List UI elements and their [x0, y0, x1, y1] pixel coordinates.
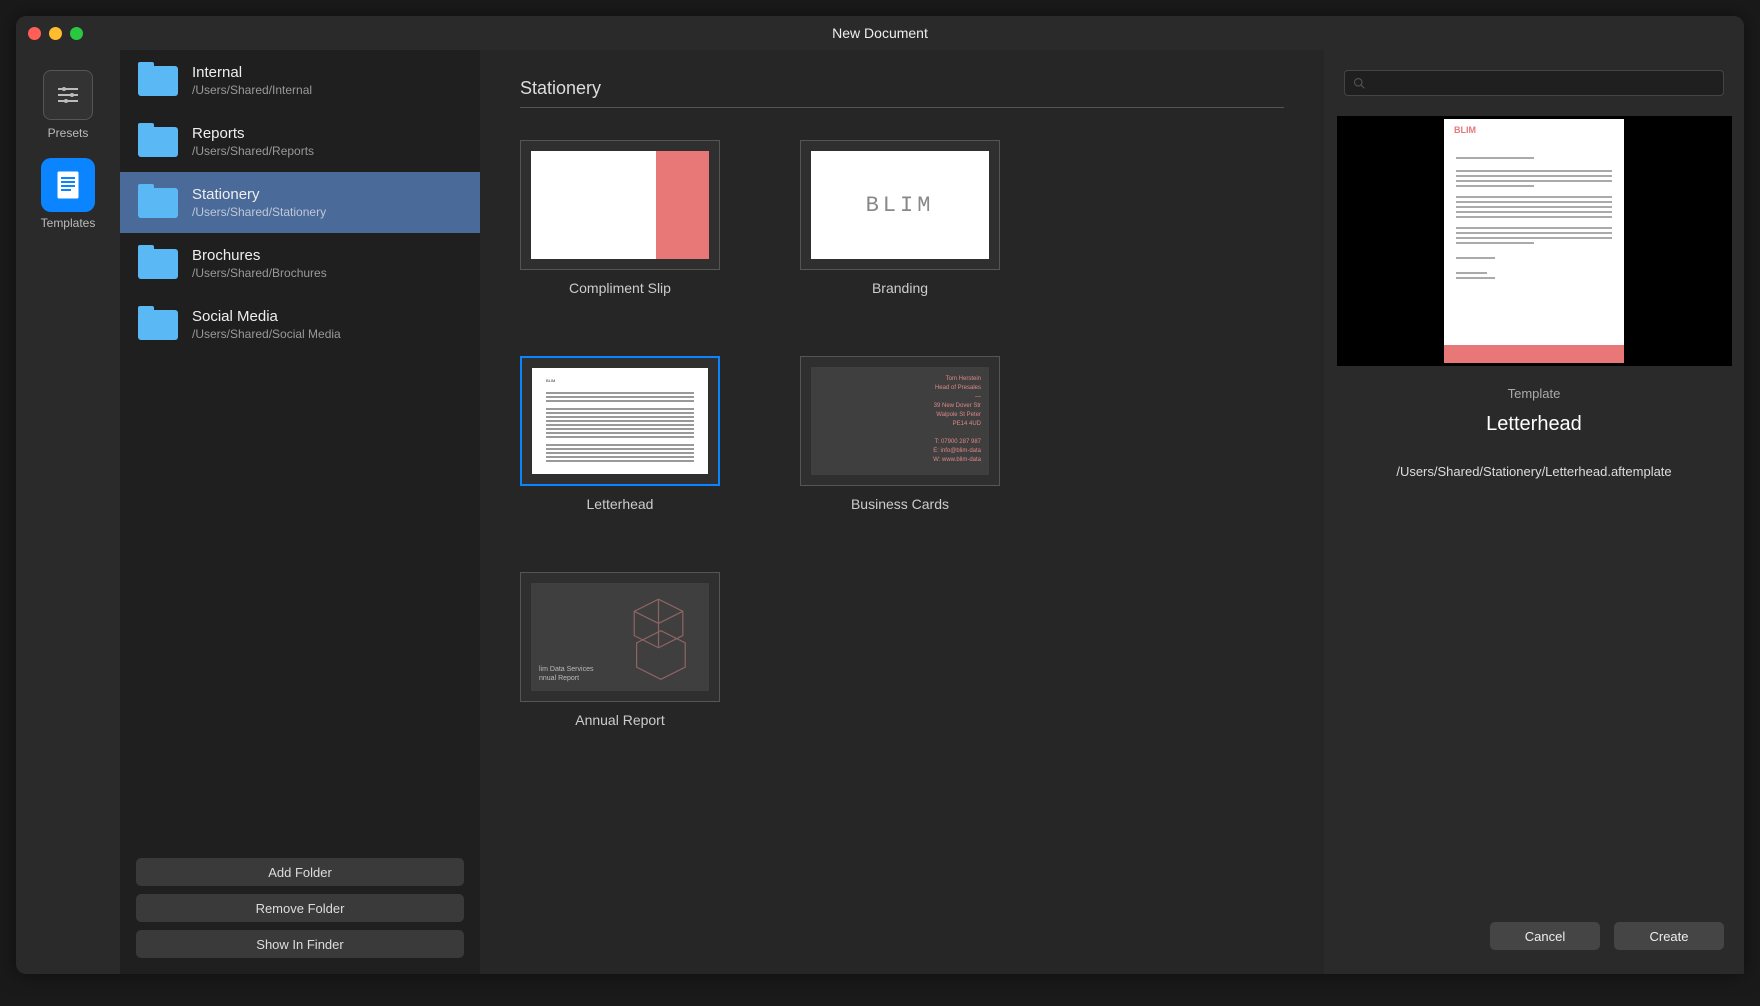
folder-item-internal[interactable]: Internal /Users/Shared/Internal [120, 50, 480, 111]
content: Presets Templates Internal [16, 50, 1744, 974]
folder-icon [138, 66, 178, 96]
create-button[interactable]: Create [1614, 922, 1724, 950]
template-thumbnail: Tom HersteinHead of Presales—39 New Dove… [800, 356, 1000, 486]
preview-brand: BLIM [1454, 125, 1476, 145]
folder-text: Social Media /Users/Shared/Social Media [192, 308, 341, 341]
folder-icon [138, 127, 178, 157]
preview-path: /Users/Shared/Stationery/Letterhead.afte… [1396, 464, 1671, 479]
folder-path: /Users/Shared/Social Media [192, 327, 341, 341]
template-grid: Compliment Slip BLIM Branding BLIM Lette… [520, 140, 1284, 728]
sliders-icon [43, 70, 93, 120]
folder-text: Stationery /Users/Shared/Stationery [192, 186, 326, 219]
folder-item-brochures[interactable]: Brochures /Users/Shared/Brochures [120, 233, 480, 294]
bottom-buttons: Cancel Create [1344, 922, 1724, 954]
folder-name: Internal [192, 64, 312, 81]
template-label: Compliment Slip [569, 280, 671, 296]
nav-templates[interactable]: Templates [41, 160, 96, 230]
template-grid-panel: Stationery Compliment Slip BLIM Branding… [480, 50, 1324, 974]
folder-icon [138, 310, 178, 340]
preview-name: Letterhead [1396, 413, 1671, 436]
window-title: New Document [832, 25, 928, 41]
folder-panel: Internal /Users/Shared/Internal Reports … [120, 50, 480, 974]
folder-item-stationery[interactable]: Stationery /Users/Shared/Stationery [120, 172, 480, 233]
folder-path: /Users/Shared/Internal [192, 83, 312, 97]
add-folder-button[interactable]: Add Folder [136, 858, 464, 886]
preview-panel: BLIM [1324, 50, 1744, 974]
titlebar: New Document [16, 16, 1744, 50]
traffic-lights [28, 27, 83, 40]
template-label: Business Cards [851, 496, 949, 512]
category-title: Stationery [520, 78, 1284, 108]
nav-presets-label: Presets [48, 126, 89, 140]
folder-path: /Users/Shared/Reports [192, 144, 314, 158]
folder-text: Internal /Users/Shared/Internal [192, 64, 312, 97]
template-tile-compliment-slip[interactable]: Compliment Slip [520, 140, 720, 296]
close-icon[interactable] [28, 27, 41, 40]
template-tile-branding[interactable]: BLIM Branding [800, 140, 1000, 296]
folder-path: /Users/Shared/Brochures [192, 266, 327, 280]
cancel-button[interactable]: Cancel [1490, 922, 1600, 950]
folder-name: Reports [192, 125, 314, 142]
folder-icon [138, 249, 178, 279]
template-label: Annual Report [575, 712, 665, 728]
minimize-icon[interactable] [49, 27, 62, 40]
template-label: Branding [872, 280, 928, 296]
remove-folder-button[interactable]: Remove Folder [136, 894, 464, 922]
template-label: Letterhead [587, 496, 654, 512]
left-nav: Presets Templates [16, 50, 120, 974]
document-icon [43, 160, 93, 210]
nav-presets[interactable]: Presets [43, 70, 93, 140]
preview-label: Template [1396, 386, 1671, 401]
template-tile-letterhead[interactable]: BLIM Letterhead [520, 356, 720, 512]
folder-text: Brochures /Users/Shared/Brochures [192, 247, 327, 280]
template-thumbnail: BLIM [520, 356, 720, 486]
zoom-icon[interactable] [70, 27, 83, 40]
folder-name: Stationery [192, 186, 326, 203]
folder-text: Reports /Users/Shared/Reports [192, 125, 314, 158]
folder-buttons: Add Folder Remove Folder Show In Finder [120, 842, 480, 974]
template-tile-annual-report[interactable]: lim Data Servicesnnual Report Annual Rep… [520, 572, 720, 728]
search-icon [1353, 77, 1365, 89]
template-thumbnail: lim Data Servicesnnual Report [520, 572, 720, 702]
template-thumbnail: BLIM [800, 140, 1000, 270]
folder-name: Social Media [192, 308, 341, 325]
folder-list: Internal /Users/Shared/Internal Reports … [120, 50, 480, 842]
folder-item-social-media[interactable]: Social Media /Users/Shared/Social Media [120, 294, 480, 355]
template-tile-business-cards[interactable]: Tom HersteinHead of Presales—39 New Dove… [800, 356, 1000, 512]
folder-item-reports[interactable]: Reports /Users/Shared/Reports [120, 111, 480, 172]
preview-thumbnail: BLIM [1337, 116, 1732, 366]
template-thumbnail [520, 140, 720, 270]
new-document-window: New Document Presets [16, 16, 1744, 974]
folder-name: Brochures [192, 247, 327, 264]
folder-icon [138, 188, 178, 218]
search-input[interactable] [1371, 76, 1715, 90]
search-input-wrapper[interactable] [1344, 70, 1724, 96]
nav-templates-label: Templates [41, 216, 96, 230]
show-in-finder-button[interactable]: Show In Finder [136, 930, 464, 958]
folder-path: /Users/Shared/Stationery [192, 205, 326, 219]
preview-info: Template Letterhead /Users/Shared/Statio… [1396, 386, 1671, 479]
